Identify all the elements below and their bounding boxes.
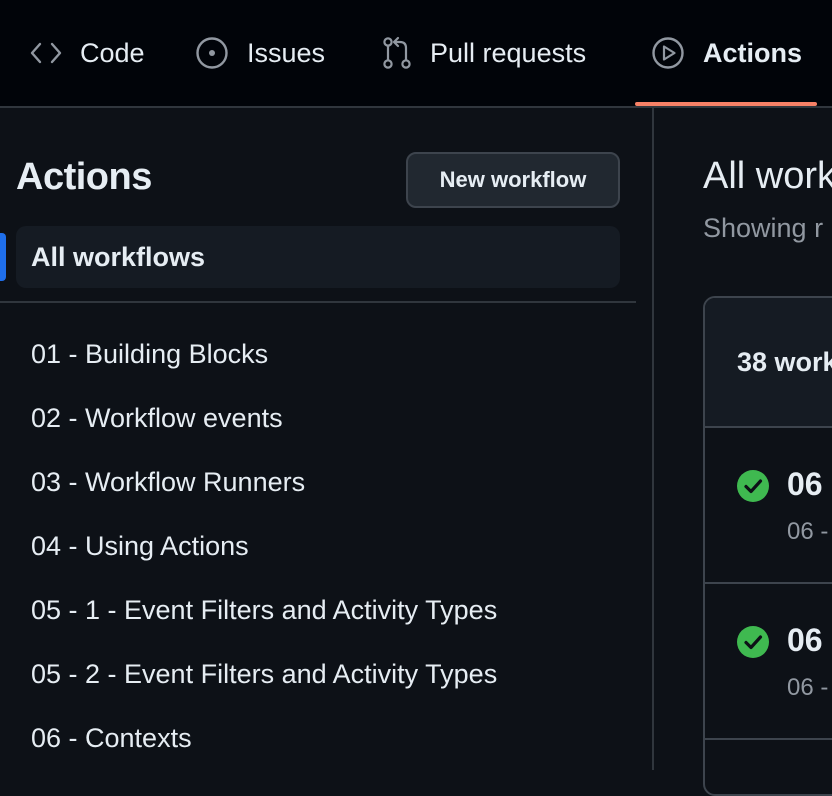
tab-issues[interactable]: Issues	[195, 0, 325, 106]
workflow-item[interactable]: 05 - 2 - Event Filters and Activity Type…	[31, 642, 497, 706]
git-pull-request-icon	[382, 36, 412, 70]
tab-actions[interactable]: Actions	[651, 0, 802, 106]
workflow-item[interactable]: 02 - Workflow events	[31, 386, 497, 450]
workflow-runs-box: 38 work 06 06 - 06 06 -	[703, 296, 832, 796]
tab-code-label: Code	[80, 37, 145, 68]
run-title[interactable]: 06	[787, 466, 823, 503]
tab-code[interactable]: Code	[30, 0, 145, 106]
issue-opened-icon	[195, 36, 229, 70]
repo-nav: Code Issues Pull requests Actions	[0, 0, 832, 108]
tab-pull-requests[interactable]: Pull requests	[382, 0, 586, 106]
workflow-item[interactable]: 04 - Using Actions	[31, 514, 497, 578]
sidebar-divider	[652, 108, 654, 770]
run-title[interactable]: 06	[787, 622, 823, 659]
tab-actions-label: Actions	[703, 37, 803, 68]
workflow-run-row[interactable]: 06 06 -	[705, 428, 832, 584]
workflow-item[interactable]: 05 - 1 - Event Filters and Activity Type…	[31, 578, 497, 642]
page-subtitle: Showing r	[703, 213, 824, 243]
workflow-item[interactable]: 03 - Workflow Runners	[31, 450, 497, 514]
new-workflow-button[interactable]: New workflow	[406, 152, 620, 208]
runs-count-header: 38 work	[705, 298, 832, 428]
selected-indicator	[0, 233, 6, 281]
play-icon	[651, 36, 685, 70]
sidebar-title: Actions	[16, 156, 152, 198]
tab-pull-requests-label: Pull requests	[430, 37, 587, 68]
page-title: All work	[703, 155, 832, 197]
workflow-item[interactable]: 01 - Building Blocks	[31, 322, 497, 386]
check-circle-fill-icon	[737, 470, 769, 507]
run-subtitle: 06 -	[787, 518, 829, 545]
code-icon	[30, 41, 62, 65]
workflow-run-row[interactable]: 06 06 -	[705, 584, 832, 740]
sidebar-item-all-workflows[interactable]: All workflows	[16, 226, 620, 288]
all-workflows-label: All workflows	[31, 241, 206, 272]
workflow-list: 01 - Building Blocks 02 - Workflow event…	[31, 322, 497, 770]
tab-issues-label: Issues	[247, 37, 326, 68]
active-tab-underline	[635, 102, 817, 106]
sidebar-separator	[0, 301, 636, 303]
check-circle-fill-icon	[737, 626, 769, 663]
workflow-item[interactable]: 06 - Contexts	[31, 706, 497, 770]
run-subtitle: 06 -	[787, 674, 829, 701]
